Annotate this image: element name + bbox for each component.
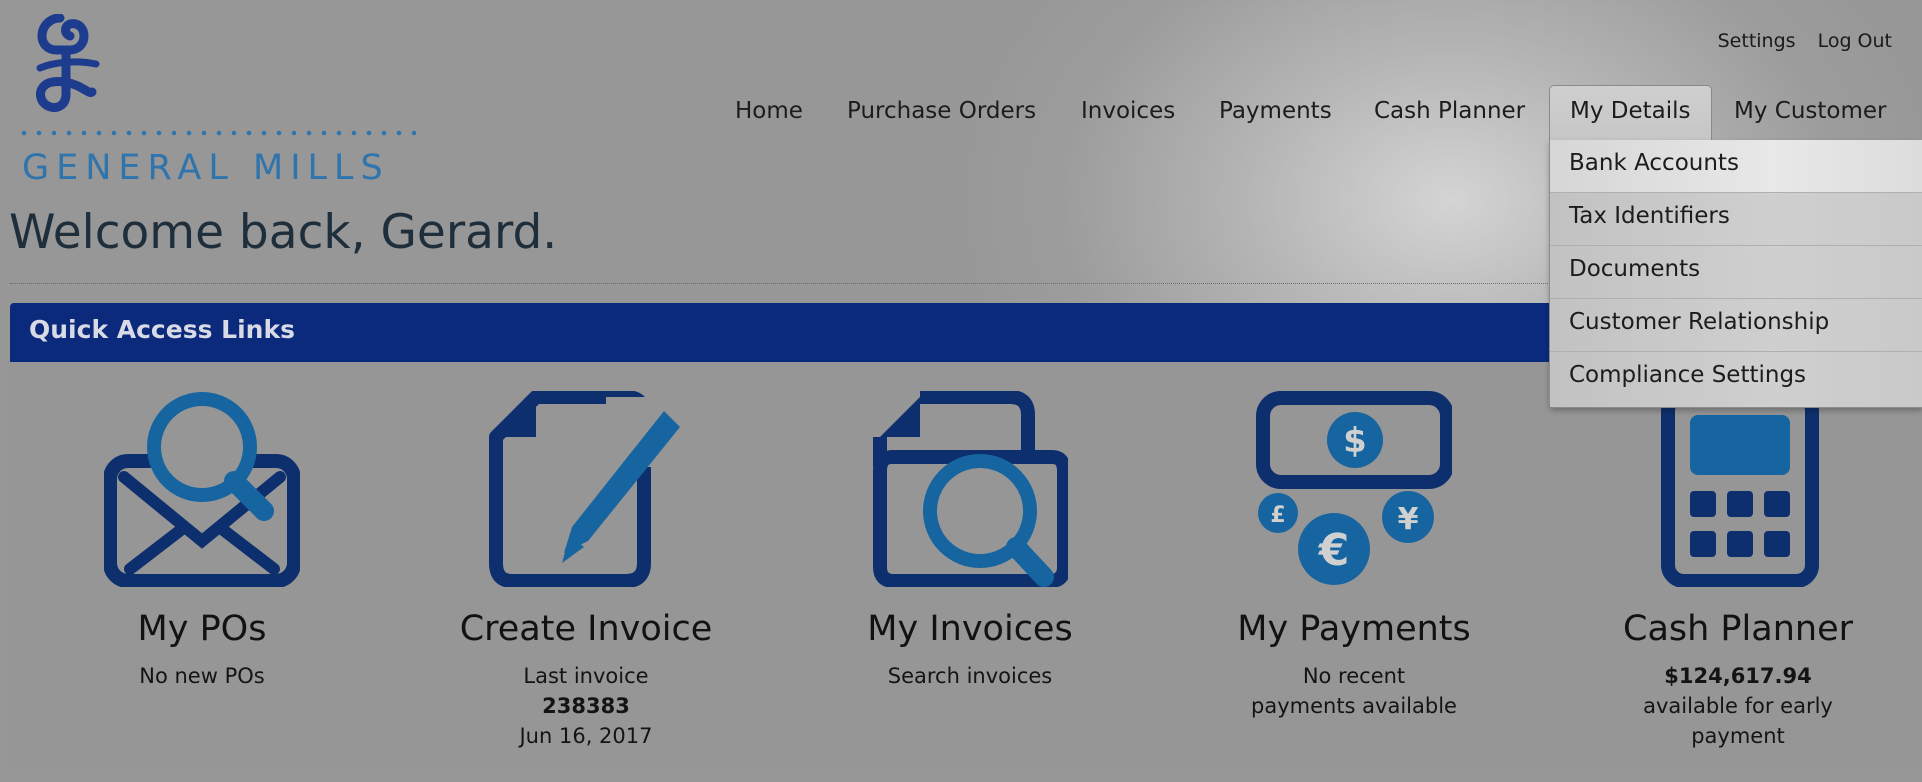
dropdown-compliance-settings[interactable]: Compliance Settings bbox=[1550, 352, 1922, 407]
nav-my-details[interactable]: My Details bbox=[1549, 85, 1712, 141]
svg-text:€: € bbox=[1318, 525, 1350, 576]
brand-name: GENERAL MILLS bbox=[22, 148, 390, 188]
cash-available-amount: $124,617.94 bbox=[1664, 664, 1812, 688]
tile-subtitle: $124,617.94 available for early payment bbox=[1548, 661, 1922, 751]
nav-cash-planner[interactable]: Cash Planner bbox=[1374, 98, 1525, 124]
tile-subtitle: No recent payments available bbox=[1164, 661, 1544, 721]
tile-line: payment bbox=[1691, 724, 1785, 748]
svg-text:¥: ¥ bbox=[1398, 502, 1419, 537]
tile-title: My POs bbox=[137, 609, 267, 649]
dropdown-tax-identifiers[interactable]: Tax Identifiers bbox=[1550, 193, 1922, 246]
utility-links: Settings Log Out bbox=[1718, 30, 1892, 52]
last-invoice-date: Jun 16, 2017 bbox=[519, 724, 653, 748]
document-pencil-icon bbox=[489, 391, 684, 587]
main-nav: Home Purchase Orders Invoices Payments C… bbox=[0, 85, 1922, 141]
svg-text:$: $ bbox=[1343, 421, 1367, 461]
svg-text:£: £ bbox=[1270, 503, 1285, 528]
nav-payments[interactable]: Payments bbox=[1219, 98, 1332, 124]
tile-my-invoices[interactable]: My Invoices Search invoices bbox=[780, 391, 1160, 691]
calculator-icon bbox=[1661, 391, 1819, 587]
nav-purchase-orders[interactable]: Purchase Orders bbox=[847, 98, 1036, 124]
document-search-icon bbox=[873, 391, 1068, 587]
tile-subtitle: Last invoice 238383 Jun 16, 2017 bbox=[396, 661, 776, 751]
tile-title: Cash Planner bbox=[1623, 609, 1853, 649]
tile-line: No recent bbox=[1302, 664, 1406, 688]
tile-line: payments available bbox=[1251, 694, 1457, 718]
dropdown-customer-relationship[interactable]: Customer Relationship bbox=[1550, 299, 1922, 352]
tile-subtitle: No new POs bbox=[12, 661, 392, 691]
tile-my-payments[interactable]: $ £ ¥ € My Payments No recent payments a… bbox=[1164, 391, 1544, 721]
tile-my-pos[interactable]: My POs No new POs bbox=[12, 391, 392, 691]
tile-cash-planner[interactable]: Cash Planner $124,617.94 available for e… bbox=[1548, 391, 1922, 751]
nav-my-customer[interactable]: My Customer bbox=[1734, 98, 1887, 124]
logout-link[interactable]: Log Out bbox=[1818, 30, 1892, 52]
nav-home[interactable]: Home bbox=[735, 98, 803, 124]
tile-create-invoice[interactable]: Create Invoice Last invoice 238383 Jun 1… bbox=[396, 391, 776, 751]
envelope-search-icon bbox=[104, 392, 300, 587]
nav-invoices[interactable]: Invoices bbox=[1081, 98, 1175, 124]
settings-link[interactable]: Settings bbox=[1718, 30, 1796, 52]
last-invoice-number[interactable]: 238383 bbox=[542, 694, 630, 718]
tile-title: My Payments bbox=[1237, 609, 1471, 649]
dropdown-documents[interactable]: Documents bbox=[1550, 246, 1922, 299]
tile-line: No new POs bbox=[139, 664, 265, 688]
currency-icon: $ £ ¥ € bbox=[1256, 391, 1452, 585]
divider bbox=[10, 283, 1560, 284]
tile-title: Create Invoice bbox=[459, 609, 713, 649]
welcome-heading: Welcome back, Gerard. bbox=[9, 205, 558, 260]
dropdown-bank-accounts[interactable]: Bank Accounts bbox=[1550, 140, 1922, 193]
tile-title: My Invoices bbox=[867, 609, 1073, 649]
tile-subtitle: Search invoices bbox=[780, 661, 1160, 691]
tile-line: available for early bbox=[1643, 694, 1833, 718]
tile-line: Last invoice bbox=[523, 664, 649, 688]
tile-line: Search invoices bbox=[887, 664, 1053, 688]
my-details-dropdown: Bank Accounts Tax Identifiers Documents … bbox=[1549, 140, 1922, 408]
